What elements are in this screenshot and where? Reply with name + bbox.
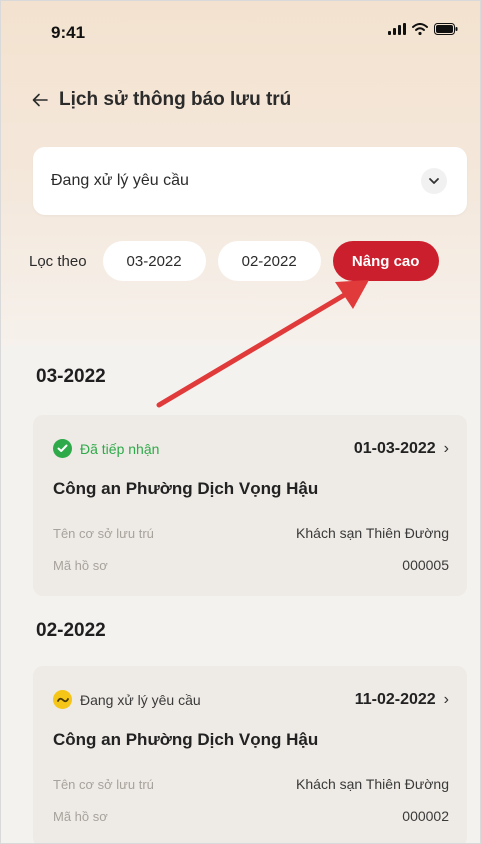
- record-code-value: 000002: [402, 808, 449, 824]
- check-circle-icon: [53, 439, 72, 458]
- signal-icon: [388, 23, 406, 35]
- status-time: 9:41: [51, 23, 86, 42]
- status-bar: 9:41: [1, 1, 480, 61]
- group-label-february: 02-2022: [36, 620, 106, 641]
- filter-chip-march[interactable]: 03-2022: [102, 241, 206, 281]
- page-title: Lịch sử thông báo lưu trú: [59, 89, 292, 110]
- record-code-label: Mã hồ sơ: [53, 557, 108, 573]
- status-dropdown[interactable]: Đang xử lý yêu cầu: [33, 147, 467, 215]
- group-label-march: 03-2022: [36, 366, 106, 387]
- chevron-right-icon: ›: [443, 439, 449, 457]
- facility-label: Tên cơ sở lưu trú: [53, 525, 154, 541]
- record-card[interactable]: Đang xử lý yêu cầu 11-02-2022 › Công an …: [33, 666, 467, 843]
- status-icons: [388, 23, 458, 35]
- status-badge: Đã tiếp nhận: [53, 439, 159, 458]
- date-text: 01-03-2022: [353, 439, 436, 457]
- record-code-value: 000005: [402, 557, 449, 573]
- facility-value: Khách sạn Thiên Đường: [296, 776, 449, 792]
- office-name: Công an Phường Dịch Vọng Hậu: [53, 479, 319, 498]
- advanced-filter-button[interactable]: Nâng cao: [332, 241, 439, 281]
- facility-value: Khách sạn Thiên Đường: [296, 525, 449, 541]
- wifi-icon: [412, 23, 428, 35]
- record-card[interactable]: Đã tiếp nhận 01-03-2022 › Công an Phường…: [33, 415, 467, 596]
- status-text: Đã tiếp nhận: [80, 440, 160, 457]
- record-date: 11-02-2022 ›: [355, 691, 449, 709]
- chevron-down-icon: [421, 168, 447, 194]
- filter-row: Lọc theo 03-2022 02-2022 Nâng cao: [29, 241, 439, 281]
- date-text: 11-02-2022: [354, 690, 436, 708]
- processing-icon: [53, 690, 72, 709]
- filter-chip-february[interactable]: 02-2022: [217, 241, 321, 281]
- status-badge: Đang xử lý yêu cầu: [53, 690, 201, 709]
- facility-label: Tên cơ sở lưu trú: [53, 776, 154, 792]
- back-arrow-icon[interactable]: [31, 91, 49, 109]
- dropdown-value: Đang xử lý yêu cầu: [51, 172, 189, 189]
- filter-label: Lọc theo: [29, 252, 87, 270]
- office-name: Công an Phường Dịch Vọng Hậu: [53, 730, 319, 749]
- app-screen: 9:41 Lịch sử thông báo lưu trú Đang xử l…: [0, 0, 481, 844]
- record-date: 01-03-2022 ›: [354, 440, 449, 458]
- battery-icon: [434, 23, 458, 35]
- chevron-right-icon: ›: [443, 690, 449, 708]
- record-code-label: Mã hồ sơ: [53, 808, 108, 824]
- status-text: Đang xử lý yêu cầu: [80, 691, 201, 708]
- page-header: Lịch sử thông báo lưu trú: [31, 89, 291, 111]
